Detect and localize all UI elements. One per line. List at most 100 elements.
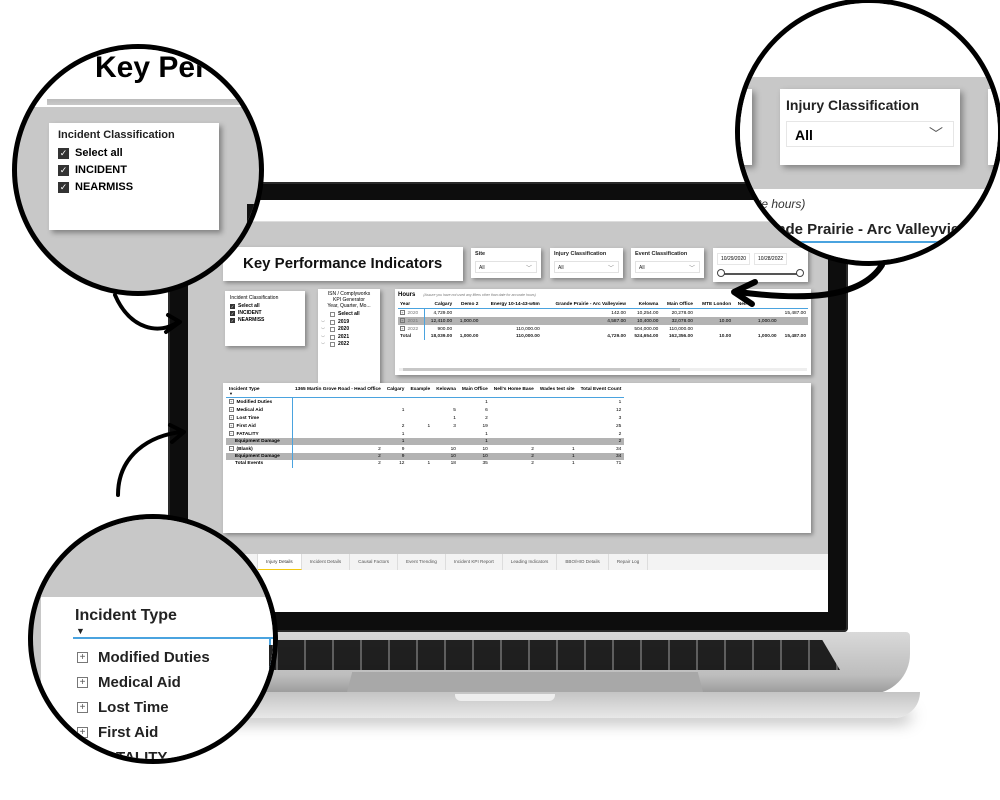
- expand-icon[interactable]: +: [229, 423, 234, 428]
- row-header[interactable]: Equipment Damage: [226, 453, 293, 461]
- kpi-option-2019[interactable]: ﹀ 2019: [321, 319, 377, 327]
- column-header[interactable]: Demo 2: [454, 301, 481, 309]
- checkbox-select-all[interactable]: ✓ Select all: [230, 303, 300, 310]
- site-slicer-label: Site: [475, 251, 486, 257]
- column-header[interactable]: Nell's: [733, 301, 753, 309]
- kpi-option-2020[interactable]: ﹀ 2020: [321, 326, 377, 334]
- column-header[interactable]: Year: [398, 301, 425, 309]
- column-header[interactable]: [752, 301, 779, 309]
- row-header[interactable]: + First Aid: [226, 422, 293, 430]
- chevron-icon[interactable]: ﹀: [321, 319, 327, 327]
- expand-icon[interactable]: +: [77, 752, 88, 759]
- tab-event-trending[interactable]: Event Trending: [398, 554, 446, 570]
- chevron-icon[interactable]: ﹀: [321, 326, 327, 334]
- expand-icon[interactable]: +: [229, 415, 234, 420]
- expand-icon[interactable]: +: [400, 318, 405, 323]
- year-label: 2021: [407, 319, 419, 324]
- row-header[interactable]: + Modified Duties: [226, 397, 293, 406]
- tab-causal-factors[interactable]: Causal Factors: [350, 554, 399, 570]
- row-header[interactable]: Total Events: [226, 460, 293, 468]
- expand-icon[interactable]: +: [77, 677, 88, 688]
- magnified-injury-dropdown[interactable]: All ﹀: [786, 121, 954, 147]
- magnified-row[interactable]: + Lost Time: [77, 695, 210, 720]
- chevron-icon[interactable]: ﹀: [321, 334, 327, 342]
- column-header[interactable]: Nell's Home Base: [490, 386, 537, 398]
- sort-caret-icon[interactable]: ▼: [229, 392, 289, 396]
- tab-bbo-hio-details[interactable]: BBO/HIO Details: [557, 554, 609, 570]
- chevron-icon[interactable]: ﹀: [321, 341, 327, 349]
- table-cell: [480, 317, 542, 325]
- tab-incident-details[interactable]: Incident Details: [302, 554, 351, 570]
- checkbox-nearmiss[interactable]: ✓ NEARMISS: [230, 317, 300, 324]
- column-header[interactable]: Main Office: [458, 386, 491, 398]
- slider-start-handle[interactable]: [717, 269, 725, 277]
- expand-icon[interactable]: +: [77, 702, 88, 713]
- magnified-checkbox-select-all[interactable]: ✓ Select all: [58, 145, 210, 162]
- column-header[interactable]: Incident Type ▼: [226, 386, 292, 398]
- column-header[interactable]: Kelowna: [433, 386, 459, 398]
- magnified-row[interactable]: + Medical Aid: [77, 670, 210, 695]
- row-label: (Blank): [236, 447, 253, 453]
- site-slicer[interactable]: Site All ﹀: [471, 248, 541, 278]
- row-header[interactable]: +2021: [398, 317, 425, 325]
- magnified-checkbox-nearmiss[interactable]: ✓ NEARMISS: [58, 179, 210, 196]
- row-header[interactable]: − (Blank): [226, 445, 293, 454]
- slider-end-handle[interactable]: [796, 269, 804, 277]
- magnified-row[interactable]: + FATALITY: [77, 745, 210, 759]
- column-header[interactable]: Calgary: [424, 301, 455, 309]
- column-header[interactable]: MTE London: [694, 301, 734, 309]
- column-header[interactable]: Example: [407, 386, 434, 398]
- column-header[interactable]: 1365 Martin Grove Road - Head Office: [292, 386, 384, 398]
- column-header[interactable]: Total Event Count: [577, 386, 625, 398]
- collapse-icon[interactable]: −: [229, 446, 234, 451]
- injury-dropdown[interactable]: All ﹀: [554, 261, 619, 273]
- row-header[interactable]: + Lost Time: [226, 414, 293, 422]
- expand-icon[interactable]: +: [229, 407, 234, 412]
- injury-classification-slicer[interactable]: Injury Classification All ﹀: [550, 248, 623, 278]
- magnified-row[interactable]: + Modified Duties: [77, 645, 210, 670]
- date-range-slider[interactable]: [717, 268, 804, 280]
- column-label: 1365 Martin Grove Road - Head Office: [295, 387, 381, 392]
- column-header[interactable]: Grande Prairie - Arc Valleyview: [541, 301, 628, 309]
- column-header[interactable]: Calgary: [383, 386, 408, 398]
- row-header[interactable]: − FATALITY: [226, 430, 293, 438]
- row-header[interactable]: + Medical Aid: [226, 406, 293, 414]
- column-header[interactable]: Energy 10-14-43-w5m: [480, 301, 542, 309]
- table-row: − (Blank) 2 9 10 10 2 1 34: [226, 445, 624, 454]
- table-cell: 12,410.00: [424, 317, 455, 325]
- site-dropdown[interactable]: All ﹀: [475, 261, 537, 273]
- table-cell: 10.00: [694, 317, 734, 325]
- tab-incident-kpi-report[interactable]: Incident KPI Report: [446, 554, 503, 570]
- tab-repair-log[interactable]: Repair Log: [609, 554, 649, 570]
- expand-icon[interactable]: +: [77, 652, 88, 663]
- column-header[interactable]: Main Office: [660, 301, 695, 309]
- event-dropdown[interactable]: All ﹀: [635, 261, 700, 273]
- tab-leading-indicators[interactable]: Leading Indicators: [503, 554, 558, 570]
- event-classification-slicer[interactable]: Event Classification All ﹀: [631, 248, 704, 278]
- kpi-option-2021[interactable]: ﹀ 2021: [321, 334, 377, 342]
- row-header[interactable]: Equipment Damage: [226, 438, 293, 446]
- expand-icon[interactable]: +: [229, 399, 234, 404]
- kpi-option-select-all[interactable]: Select all: [321, 311, 377, 319]
- magnified-checkbox-incident[interactable]: ✓ INCIDENT: [58, 162, 210, 179]
- column-header[interactable]: [778, 301, 808, 309]
- collapse-icon[interactable]: −: [229, 431, 234, 436]
- expand-icon[interactable]: +: [400, 326, 405, 331]
- table-cell: 4,587.00: [541, 317, 628, 325]
- kpi-option-2022[interactable]: ﹀ 2022: [321, 341, 377, 349]
- table-cell: [536, 438, 578, 446]
- column-header[interactable]: Wades test site: [536, 386, 578, 398]
- row-header[interactable]: +2022: [398, 325, 425, 333]
- checkbox-incident[interactable]: ✓ INCIDENT: [230, 310, 300, 317]
- expand-icon[interactable]: +: [77, 727, 88, 738]
- scrollbar-thumb[interactable]: [403, 368, 681, 371]
- column-header[interactable]: Kelowna: [627, 301, 661, 309]
- sort-caret-icon[interactable]: ▼: [76, 626, 85, 636]
- row-header[interactable]: +2020: [398, 308, 425, 317]
- page-title: Key Performance Indicators: [243, 255, 443, 272]
- table-cell: 9: [383, 453, 408, 461]
- horizontal-scrollbar[interactable]: [399, 368, 807, 371]
- expand-icon[interactable]: +: [400, 310, 405, 315]
- row-header[interactable]: Total: [398, 333, 425, 340]
- magnified-row[interactable]: + First Aid: [77, 720, 210, 745]
